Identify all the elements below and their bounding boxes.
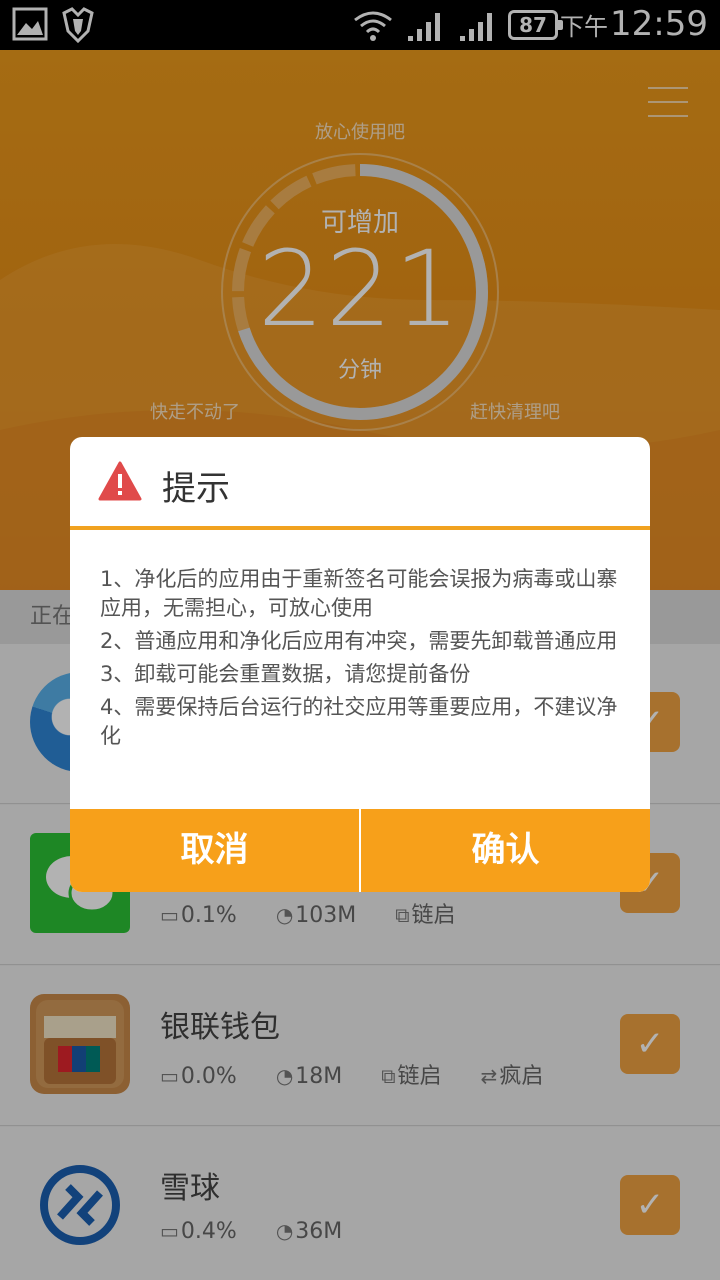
dialog-buttons: 取消 确认 xyxy=(70,809,650,892)
dialog-header: 提示 xyxy=(70,437,650,530)
cancel-button[interactable]: 取消 xyxy=(70,809,359,892)
dialog-line: 2、普通应用和净化后应用有冲突，需要先卸载普通应用 xyxy=(100,629,618,653)
dialog-title: 提示 xyxy=(162,469,230,509)
confirm-button[interactable]: 确认 xyxy=(361,809,650,892)
dialog-line: 1、净化后的应用由于重新签名可能会误报为病毒或山寨应用，无需担心，可放心使用 xyxy=(100,567,618,620)
tip-dialog: 提示 1、净化后的应用由于重新签名可能会误报为病毒或山寨应用，无需担心，可放心使… xyxy=(70,437,650,892)
dialog-line: 4、需要保持后台运行的社交应用等重要应用，不建议净化 xyxy=(100,695,618,748)
dialog-line: 3、卸载可能会重置数据，请您提前备份 xyxy=(100,662,471,686)
dialog-body: 1、净化后的应用由于重新签名可能会误报为病毒或山寨应用，无需担心，可放心使用 2… xyxy=(100,565,620,755)
warning-icon xyxy=(98,461,142,501)
